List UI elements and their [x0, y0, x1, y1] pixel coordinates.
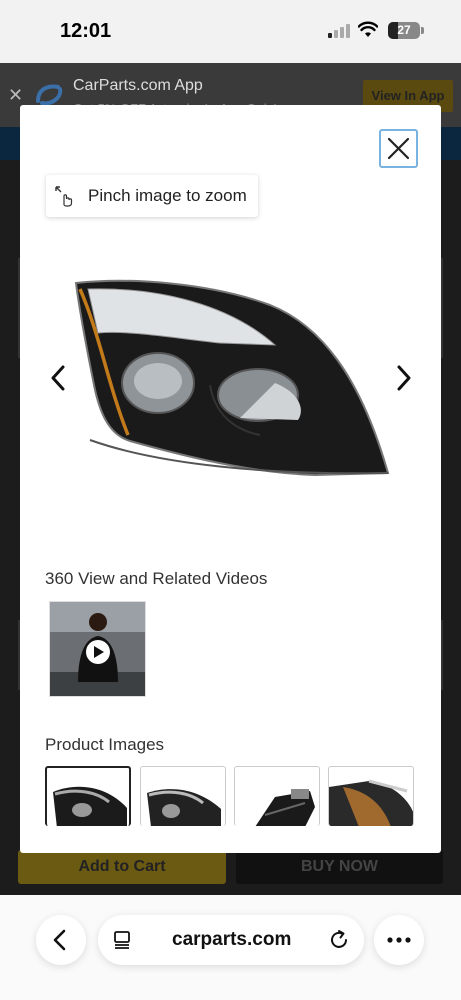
more-icon	[387, 937, 411, 943]
wifi-icon	[358, 21, 378, 37]
banner-title: CarParts.com App	[73, 77, 203, 94]
images-section-title: Product Images	[45, 735, 165, 754]
videos-section-title: 360 View and Related Videos	[45, 569, 268, 588]
product-thumbnail-3[interactable]	[234, 766, 320, 826]
more-options-button[interactable]	[374, 915, 424, 965]
pinch-zoom-label: Pinch image to zoom	[88, 186, 247, 205]
battery-level: 27	[397, 23, 411, 37]
reload-icon[interactable]	[328, 929, 350, 951]
close-icon	[387, 137, 410, 160]
next-image-arrow-icon[interactable]	[394, 363, 414, 393]
close-modal-button[interactable]	[379, 129, 418, 168]
cellular-signal-icon	[328, 24, 352, 38]
buy-now-button[interactable]: BUY NOW	[236, 850, 443, 884]
pinch-zoom-hint: Pinch image to zoom	[46, 175, 258, 217]
carparts-logo-icon	[36, 84, 63, 106]
previous-image-arrow-icon[interactable]	[48, 363, 68, 393]
headlight-main-image	[74, 279, 390, 477]
image-gallery-modal: Pinch image to zoom 360 View and Related…	[20, 105, 441, 853]
product-thumbnail-1[interactable]	[45, 766, 131, 826]
address-bar[interactable]: carparts.com	[98, 915, 364, 965]
product-thumbnail-4[interactable]	[328, 766, 414, 826]
url-text: carparts.com	[172, 929, 292, 950]
battery-icon: 27	[388, 22, 420, 39]
tabs-icon[interactable]	[112, 930, 132, 950]
status-time: 12:01	[60, 20, 112, 42]
status-bar: 12:01 27	[0, 0, 461, 63]
banner-close-icon[interactable]: ✕	[8, 85, 23, 106]
product-thumbnail-2[interactable]	[140, 766, 226, 826]
video-thumbnail-image	[50, 602, 145, 696]
add-to-cart-button[interactable]: Add to Cart	[18, 850, 226, 884]
pinch-zoom-icon	[55, 186, 73, 207]
browser-toolbar: carparts.com	[0, 895, 461, 1000]
video-thumbnail[interactable]	[49, 601, 146, 697]
back-button[interactable]	[36, 915, 86, 965]
chevron-left-icon	[53, 929, 66, 951]
